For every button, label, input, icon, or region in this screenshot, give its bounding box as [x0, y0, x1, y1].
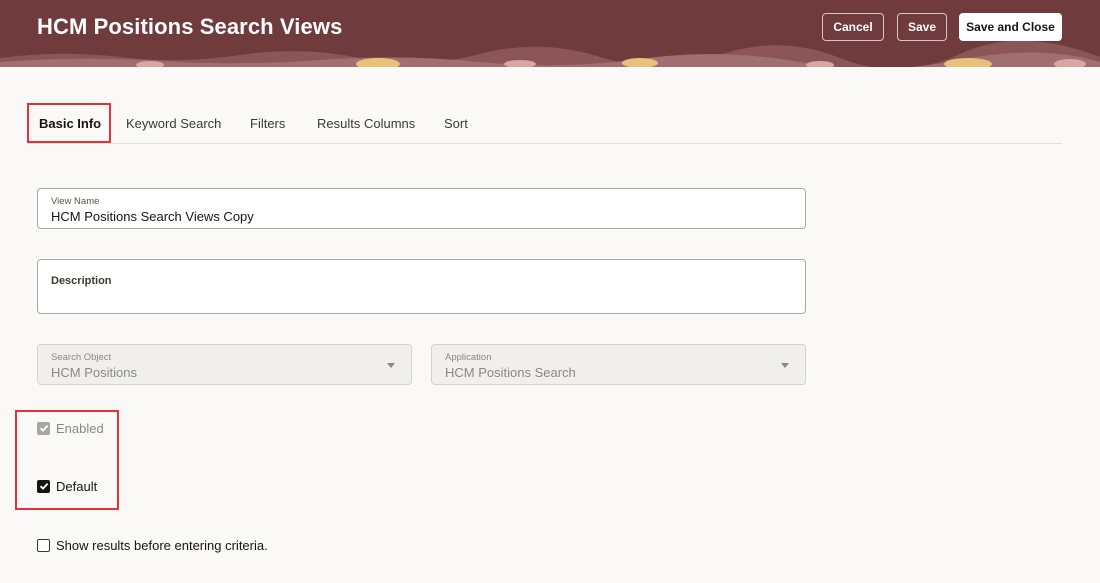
- show-results-checkbox[interactable]: Show results before entering criteria.: [37, 537, 268, 553]
- application-label: Application: [445, 352, 492, 363]
- tab-bar: Basic Info Keyword Search Filters Result…: [28, 104, 1062, 144]
- show-results-label: Show results before entering criteria.: [56, 537, 268, 553]
- cancel-button[interactable]: Cancel: [822, 13, 884, 41]
- save-and-close-button[interactable]: Save and Close: [959, 13, 1062, 41]
- default-label: Default: [56, 478, 98, 494]
- view-name-value: HCM Positions Search Views Copy: [51, 209, 254, 224]
- application-value: HCM Positions Search: [445, 365, 576, 380]
- checkmark-icon[interactable]: [37, 479, 50, 493]
- enabled-checkbox: Enabled: [37, 420, 104, 436]
- chevron-down-icon: [781, 363, 789, 368]
- description-field[interactable]: Description: [37, 259, 806, 314]
- checkbox-icon[interactable]: [37, 538, 50, 552]
- page-header: HCM Positions Search Views Cancel Save S…: [0, 0, 1100, 67]
- view-name-label: View Name: [51, 196, 100, 207]
- tab-basic-info[interactable]: Basic Info: [39, 104, 101, 143]
- tab-sort[interactable]: Sort: [444, 104, 468, 143]
- save-button[interactable]: Save: [897, 13, 947, 41]
- search-object-value: HCM Positions: [51, 365, 137, 380]
- page-title: HCM Positions Search Views: [37, 14, 343, 39]
- checkmark-icon: [37, 421, 50, 435]
- search-object-select: Search Object HCM Positions: [37, 344, 412, 385]
- tab-filters[interactable]: Filters: [250, 104, 285, 143]
- enabled-label: Enabled: [56, 420, 104, 436]
- chevron-down-icon: [387, 363, 395, 368]
- tab-results-columns[interactable]: Results Columns: [317, 104, 415, 143]
- default-checkbox[interactable]: Default: [37, 478, 97, 494]
- description-label: Description: [51, 275, 112, 287]
- view-name-field[interactable]: View Name HCM Positions Search Views Cop…: [37, 188, 806, 229]
- application-select: Application HCM Positions Search: [431, 344, 806, 385]
- search-object-label: Search Object: [51, 352, 112, 363]
- tab-keyword-search[interactable]: Keyword Search: [126, 104, 221, 143]
